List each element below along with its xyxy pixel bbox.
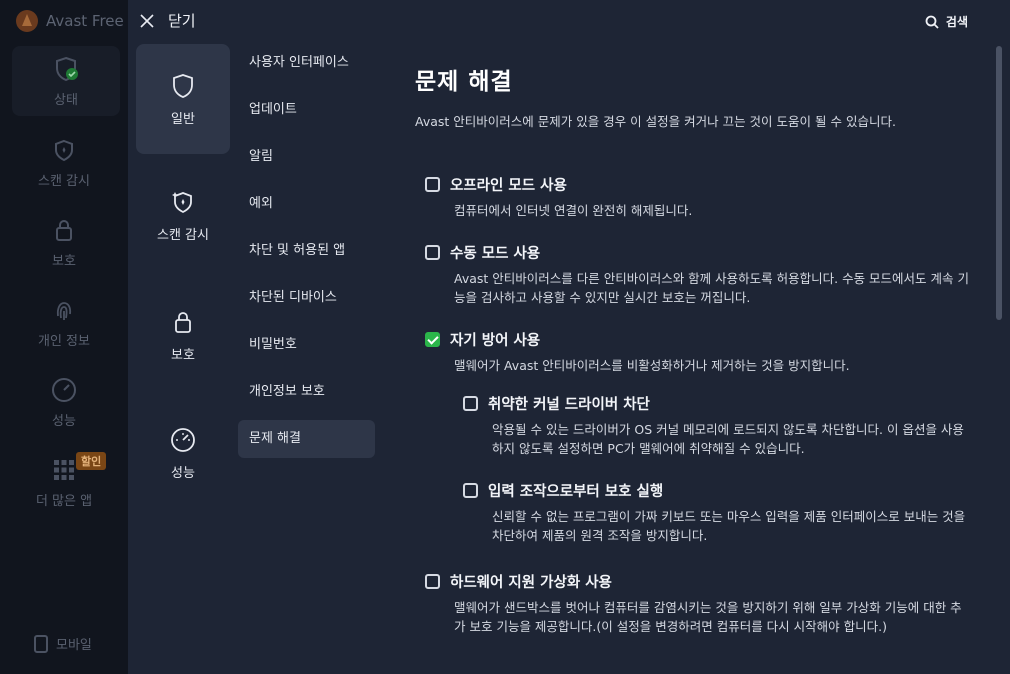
offline-mode-checkbox[interactable] bbox=[425, 177, 440, 192]
shield-icon bbox=[173, 73, 193, 98]
option-title: 입력 조작으로부터 보호 실행 bbox=[488, 484, 664, 500]
category-scan[interactable]: 스캔 감시 bbox=[136, 170, 230, 260]
bg-nav-scan[interactable]: 스캔 감시 bbox=[0, 136, 128, 189]
option-description: 맬웨어가 샌드박스를 벗어나 컴퓨터를 감염시키는 것을 방지하기 위해 일부 … bbox=[454, 600, 962, 634]
settings-overlay: 닫기 검색 일반 스캔 감시 보호 성능 사용자 인터페이스 업데이트 알림 예… bbox=[128, 0, 1010, 674]
search-label: 검색 bbox=[945, 15, 968, 29]
option-description: Avast 안티바이러스를 다른 안티바이러스와 함께 사용하도록 허용합니다.… bbox=[454, 271, 969, 305]
bg-nav-label: 스캔 감시 bbox=[38, 174, 90, 189]
subcategory-exceptions[interactable]: 예외 bbox=[238, 185, 375, 223]
category-label: 스캔 감시 bbox=[157, 227, 209, 243]
category-label: 보호 bbox=[171, 347, 195, 363]
bg-nav-label: 개인 정보 bbox=[38, 334, 90, 349]
option-title: 하드웨어 지원 가상화 사용 bbox=[450, 575, 612, 591]
subcategory-blocked-devices[interactable]: 차단된 디바이스 bbox=[238, 279, 375, 317]
option-description: 컴퓨터에서 인터넷 연결이 완전히 해제됩니다. bbox=[454, 203, 693, 218]
category-protection[interactable]: 보호 bbox=[136, 290, 230, 380]
category-label: 일반 bbox=[171, 111, 195, 127]
category-performance[interactable]: 성능 bbox=[136, 408, 230, 498]
lock-icon bbox=[56, 220, 72, 241]
avast-logo-icon bbox=[16, 10, 38, 32]
vulnerable-kernel-drivers-toggle[interactable]: 취약한 커널 드라이버 차단 bbox=[463, 393, 971, 414]
settings-topbar: 닫기 검색 bbox=[128, 0, 1010, 42]
lock-icon bbox=[175, 311, 191, 333]
input-manipulation-toggle[interactable]: 입력 조작으로부터 보호 실행 bbox=[463, 480, 971, 501]
subcategory-privacy[interactable]: 개인정보 보호 bbox=[238, 373, 375, 411]
bg-nav-label: 보호 bbox=[52, 254, 76, 269]
grid-icon bbox=[54, 460, 74, 480]
self-defense-toggle[interactable]: 자기 방어 사용 bbox=[425, 329, 971, 350]
bg-nav-mobile[interactable]: 모바일 bbox=[34, 634, 92, 653]
vulnerable-kernel-drivers-checkbox[interactable] bbox=[463, 396, 478, 411]
option-description: 신뢰할 수 없는 프로그램이 가짜 키보드 또는 마우스 입력을 제품 인터페이… bbox=[492, 509, 966, 543]
scan-shield-icon bbox=[172, 191, 192, 213]
gauge-icon bbox=[52, 378, 76, 402]
self-defense-checkbox[interactable] bbox=[425, 332, 440, 347]
shield-check-icon bbox=[56, 56, 78, 81]
settings-content: 문제 해결 Avast 안티바이러스에 문제가 있을 경우 이 설정을 켜거나 … bbox=[415, 42, 975, 674]
fingerprint-icon bbox=[56, 302, 72, 320]
gauge-icon bbox=[171, 427, 195, 452]
page-title: 문제 해결 bbox=[415, 69, 513, 95]
close-label: 닫기 bbox=[168, 12, 196, 30]
close-button[interactable]: 닫기 bbox=[140, 10, 196, 31]
category-general[interactable]: 일반 bbox=[136, 44, 230, 154]
option-hardware-virtualization: 하드웨어 지원 가상화 사용 맬웨어가 샌드박스를 벗어나 컴퓨터를 감염시키는… bbox=[425, 571, 971, 636]
bg-nav-label: 모바일 bbox=[56, 638, 92, 653]
option-self-defense: 자기 방어 사용 맬웨어가 Avast 안티바이러스를 비활성화하거나 제거하는… bbox=[425, 329, 971, 375]
mobile-icon bbox=[34, 634, 48, 653]
subcategory-notifications[interactable]: 알림 bbox=[238, 138, 375, 176]
option-title: 자기 방어 사용 bbox=[450, 333, 541, 349]
bg-nav-status[interactable]: 상태 bbox=[12, 46, 120, 116]
scan-shield-icon bbox=[55, 139, 73, 162]
search-button[interactable]: 검색 bbox=[925, 13, 968, 30]
subcategory-passwords[interactable]: 비밀번호 bbox=[238, 326, 375, 364]
hardware-virtualization-toggle[interactable]: 하드웨어 지원 가상화 사용 bbox=[425, 571, 971, 592]
subcategory-user-interface[interactable]: 사용자 인터페이스 bbox=[238, 44, 375, 82]
passive-mode-toggle[interactable]: 수동 모드 사용 bbox=[425, 242, 971, 263]
bg-nav-more-apps[interactable]: 더 많은 앱 bbox=[0, 456, 128, 509]
offline-mode-toggle[interactable]: 오프라인 모드 사용 bbox=[425, 174, 971, 195]
bg-nav-protection[interactable]: 보호 bbox=[0, 216, 128, 269]
bg-nav-privacy[interactable]: 개인 정보 bbox=[0, 296, 128, 349]
bg-nav-label: 성능 bbox=[52, 414, 76, 429]
content-scrollbar[interactable] bbox=[996, 46, 1002, 320]
discount-badge: 할인 bbox=[76, 452, 107, 470]
subcategory-blocked-allowed-apps[interactable]: 차단 및 허용된 앱 bbox=[238, 232, 375, 270]
hardware-virtualization-checkbox[interactable] bbox=[425, 574, 440, 589]
background-app-title-text: Avast Free bbox=[46, 12, 124, 30]
bg-nav-label: 더 많은 앱 bbox=[35, 494, 93, 509]
option-title: 취약한 커널 드라이버 차단 bbox=[488, 397, 650, 413]
close-icon bbox=[140, 13, 154, 28]
bg-nav-label: 상태 bbox=[54, 92, 78, 108]
passive-mode-checkbox[interactable] bbox=[425, 245, 440, 260]
category-label: 성능 bbox=[171, 465, 195, 481]
subcategory-troubleshooting[interactable]: 문제 해결 bbox=[238, 420, 375, 458]
option-title: 수동 모드 사용 bbox=[450, 246, 541, 262]
option-title: 오프라인 모드 사용 bbox=[450, 178, 567, 194]
option-description: 맬웨어가 Avast 안티바이러스를 비활성화하거나 제거하는 것을 방지합니다… bbox=[454, 358, 850, 373]
subcategory-updates[interactable]: 업데이트 bbox=[238, 91, 375, 129]
option-input-manipulation-protection: 입력 조작으로부터 보호 실행 신뢰할 수 없는 프로그램이 가짜 키보드 또는… bbox=[463, 480, 971, 545]
background-app-sidebar: Avast Free 상태 스캔 감시 보호 개인 정보 성능 더 많은 앱 할… bbox=[0, 0, 128, 674]
option-passive-mode: 수동 모드 사용 Avast 안티바이러스를 다른 안티바이러스와 함께 사용하… bbox=[425, 242, 971, 307]
option-vulnerable-kernel-drivers: 취약한 커널 드라이버 차단 악용될 수 있는 드라이버가 OS 커널 메모리에… bbox=[463, 393, 971, 458]
bg-nav-performance[interactable]: 성능 bbox=[0, 376, 128, 429]
background-app-title: Avast Free bbox=[16, 10, 124, 32]
option-offline-mode: 오프라인 모드 사용 컴퓨터에서 인터넷 연결이 완전히 해제됩니다. bbox=[425, 174, 971, 220]
page-description: Avast 안티바이러스에 문제가 있을 경우 이 설정을 켜거나 끄는 것이 … bbox=[415, 114, 896, 129]
option-description: 악용될 수 있는 드라이버가 OS 커널 메모리에 로드되지 않도록 차단합니다… bbox=[492, 422, 964, 456]
search-icon bbox=[925, 15, 939, 29]
input-manipulation-checkbox[interactable] bbox=[463, 483, 478, 498]
